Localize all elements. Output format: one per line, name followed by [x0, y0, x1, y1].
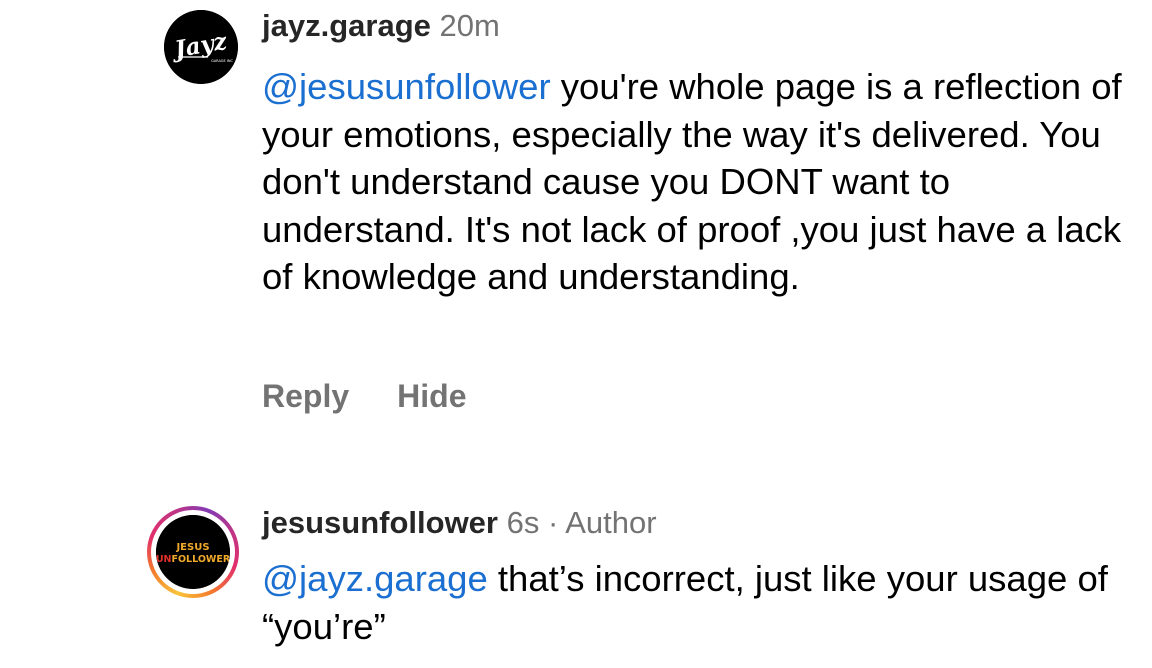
comment-actions: Reply Hide: [262, 376, 466, 416]
meta-separator: ·: [547, 505, 559, 540]
svg-text:UNFOLLOWER: UNFOLLOWER: [156, 554, 230, 565]
comment-header: jayz.garage 20m: [262, 8, 500, 44]
logo-subtext: GARAGE INC: [211, 59, 233, 63]
mention-link[interactable]: @jesusunfollower: [262, 66, 551, 107]
timestamp: 6s: [506, 505, 540, 540]
reply-button[interactable]: Reply: [262, 376, 349, 416]
logo-line-2a: UN: [156, 554, 172, 565]
story-ring: JESUS UNFOLLOWER: [151, 510, 235, 594]
username[interactable]: jesusunfollower: [262, 505, 498, 540]
jayz-garage-logo-icon: Jayz GARAGE INC: [164, 10, 238, 84]
timestamp: 20m: [439, 8, 500, 43]
avatar-jesusunfollower[interactable]: JESUS UNFOLLOWER: [147, 506, 239, 598]
logo-line-1: JESUS: [175, 542, 209, 553]
jesus-unfollower-logo-icon: JESUS UNFOLLOWER: [156, 515, 230, 589]
logo-line-2b: FOLLOWER: [171, 554, 230, 565]
mention-link[interactable]: @jayz.garage: [262, 558, 488, 599]
comment-text: @jayz.garage that’s incorrect, just like…: [262, 555, 1122, 650]
author-badge: Author: [565, 505, 657, 540]
hide-button[interactable]: Hide: [397, 376, 466, 416]
comment-text: @jesusunfollower you're whole page is a …: [262, 63, 1122, 301]
comment-header: jesusunfollower 6s · Author: [262, 505, 657, 541]
username[interactable]: jayz.garage: [262, 8, 431, 43]
avatar-jayz-garage[interactable]: Jayz GARAGE INC: [164, 10, 238, 84]
